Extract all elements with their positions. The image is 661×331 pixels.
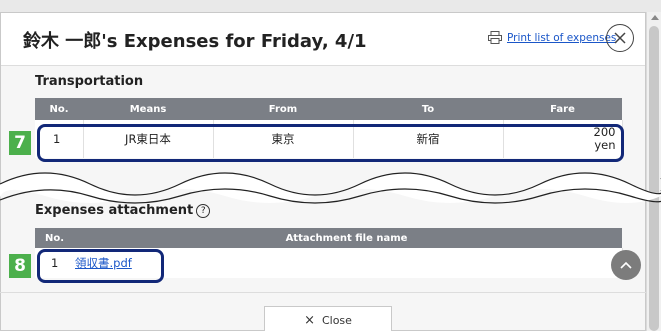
transportation-section-title: Transportation bbox=[35, 74, 144, 89]
modal-header: 鈴木 一郎's Expenses for Friday, 4/1 Print l… bbox=[1, 13, 645, 66]
callout-badge-7: 7 bbox=[9, 131, 31, 155]
help-symbol: ? bbox=[200, 205, 206, 216]
col-header-att-no: No. bbox=[35, 228, 71, 248]
col-header-file: Attachment file name bbox=[71, 228, 622, 248]
col-header-no: No. bbox=[35, 98, 83, 120]
close-button-label: Close bbox=[321, 313, 352, 327]
attachment-section-label: Expenses attachment bbox=[35, 203, 194, 218]
chevron-up-icon bbox=[620, 261, 632, 269]
printer-icon bbox=[488, 31, 502, 44]
col-header-to: To bbox=[353, 98, 503, 120]
col-header-fare: Fare bbox=[503, 98, 622, 120]
print-link-label[interactable]: Print list of expenses bbox=[507, 32, 616, 44]
close-icon bbox=[614, 32, 626, 44]
close-circle-icon[interactable] bbox=[606, 24, 634, 52]
close-x-icon: × bbox=[304, 312, 315, 328]
attachment-header-row: No. Attachment file name bbox=[35, 228, 622, 248]
col-header-from: From bbox=[213, 98, 353, 120]
page-title: 鈴木 一郎's Expenses for Friday, 4/1 bbox=[23, 31, 367, 52]
col-header-means: Means bbox=[83, 98, 213, 120]
print-list-link[interactable]: Print list of expenses bbox=[488, 31, 616, 44]
transport-row-highlight bbox=[37, 124, 624, 162]
close-button[interactable]: × Close bbox=[264, 306, 392, 331]
attachment-section-title: Expenses attachment ? bbox=[35, 203, 211, 218]
attachment-row-highlight bbox=[37, 249, 164, 283]
footer-divider bbox=[0, 292, 646, 293]
scroll-up-arrow-icon[interactable] bbox=[651, 15, 659, 20]
callout-badge-8: 8 bbox=[9, 254, 31, 278]
scroll-top-button[interactable] bbox=[611, 250, 641, 280]
transportation-header-row: No. Means From To Fare bbox=[35, 98, 622, 120]
help-circle-icon[interactable]: ? bbox=[196, 203, 211, 218]
